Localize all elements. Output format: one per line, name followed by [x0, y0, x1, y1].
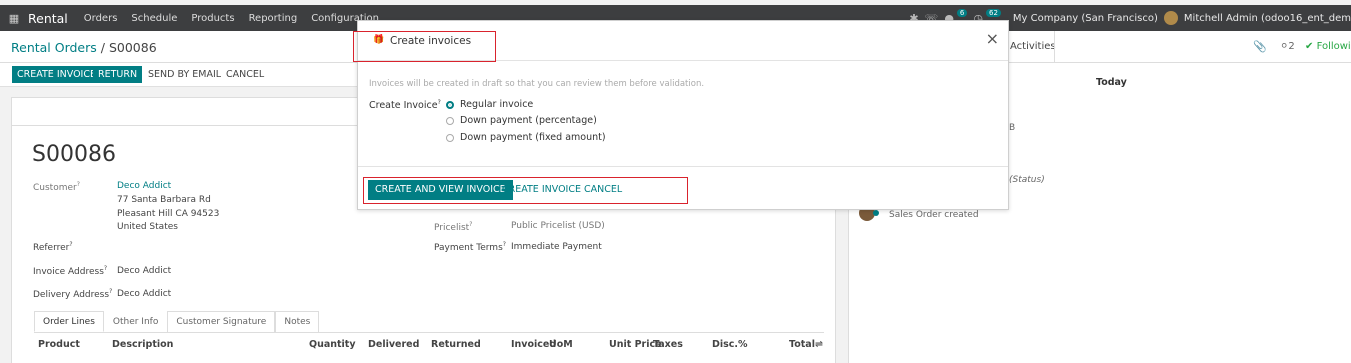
following-label: Following [1316, 41, 1351, 52]
form-tabs: Order Lines Other Info Customer Signatur… [34, 311, 824, 333]
menu-reporting[interactable]: Reporting [249, 13, 298, 24]
referrer-label: Referrer? [33, 241, 73, 253]
col-taxes[interactable]: Taxes [653, 339, 683, 350]
create-and-view-invoice-button[interactable]: CREATE AND VIEW INVOICE [368, 180, 513, 200]
invoice-address-value[interactable]: Deco Addict [117, 266, 171, 276]
tab-other-info[interactable]: Other Info [104, 311, 167, 332]
user-menu[interactable]: Mitchell Admin (odoo16_ent_dem [1184, 13, 1351, 24]
radio-down-payment-percentage[interactable]: Down payment (percentage) [446, 115, 597, 126]
activities-badge: 62 [986, 9, 1001, 17]
create-invoice-button[interactable]: CREATE INVOICE [12, 66, 101, 83]
radio-checked-icon[interactable] [446, 100, 454, 109]
col-disc[interactable]: Disc.% [712, 339, 748, 350]
radio-down-payment-fixed[interactable]: Down payment (fixed amount) [446, 132, 606, 143]
check-icon: ✔ [1305, 41, 1317, 52]
pricelist-label: Pricelist? [434, 221, 473, 233]
chatter-log-message: Sales Order created [889, 210, 979, 220]
chatter-status-text: (Status) [1009, 175, 1045, 185]
col-description[interactable]: Description [112, 339, 173, 350]
breadcrumb-current: S00086 [108, 40, 157, 55]
divider [1054, 31, 1055, 63]
followers-count: 2 [1288, 41, 1295, 52]
customer-name[interactable]: Deco Addict [117, 181, 171, 191]
gift-icon: 🎁 [373, 35, 385, 45]
app-brand[interactable]: Rental [28, 11, 68, 26]
customer-label: Customer? [33, 181, 80, 193]
dialog-footer: CREATE AND VIEW INVOICE CREATE INVOICE C… [358, 166, 1008, 211]
tab-customer-signature[interactable]: Customer Signature [167, 311, 276, 332]
chatter-fragment: B [1009, 123, 1016, 133]
menu-products[interactable]: Products [191, 13, 234, 24]
customer-address-line2: Pleasant Hill CA 94523 [117, 209, 220, 219]
column-settings-icon[interactable]: ⇌ [815, 339, 823, 350]
menu-orders[interactable]: Orders [84, 13, 118, 24]
radio-label: Down payment (fixed amount) [460, 132, 606, 143]
breadcrumb-parent[interactable]: Rental Orders [11, 40, 97, 55]
cancel-dialog-button[interactable]: CANCEL [577, 180, 629, 200]
dialog-hint: Invoices will be created in draft so tha… [369, 79, 705, 89]
breadcrumb-separator: / [96, 40, 109, 55]
cancel-order-button[interactable]: CANCEL [221, 66, 269, 83]
today-separator: Today [1096, 77, 1127, 88]
tab-order-lines[interactable]: Order Lines [34, 311, 104, 332]
payment-terms-label: Payment Terms? [434, 241, 506, 253]
customer-address-line3: United States [117, 222, 178, 232]
customer-address-line1: 77 Santa Barbara Rd [117, 195, 211, 205]
radio-label: Regular invoice [460, 99, 534, 110]
col-total[interactable]: Total [789, 339, 815, 350]
invoice-address-label: Invoice Address? [33, 265, 108, 277]
following-button[interactable]: ✔ Following [1305, 41, 1351, 52]
apps-grid-icon[interactable]: ▦ [0, 12, 28, 25]
radio-regular-invoice[interactable]: Regular invoice [446, 99, 533, 110]
radio-label: Down payment (percentage) [460, 115, 597, 126]
send-by-email-button[interactable]: SEND BY EMAIL [143, 66, 226, 83]
order-number: S00086 [32, 142, 116, 167]
followers-button[interactable]: ⚪2 [1280, 41, 1295, 52]
col-returned[interactable]: Returned [431, 339, 481, 350]
col-uom[interactable]: UoM [549, 339, 573, 350]
breadcrumb: Rental Orders / S00086 [11, 40, 157, 55]
dialog-title: Create invoices [390, 35, 472, 47]
create-invoice-dialog-button[interactable]: CREATE INVOICE [495, 180, 588, 200]
tab-notes[interactable]: Notes [275, 311, 320, 332]
radio-unchecked-icon[interactable] [446, 116, 454, 125]
dialog-header: 🎁 Create invoices × [358, 21, 1008, 61]
pricelist-value[interactable]: Public Pricelist (USD) [511, 221, 605, 231]
payment-terms-value[interactable]: Immediate Payment [511, 242, 602, 252]
close-icon[interactable]: × [986, 31, 999, 47]
col-quantity[interactable]: Quantity [309, 339, 356, 350]
create-invoice-label: Create Invoice? [369, 99, 441, 112]
menu-schedule[interactable]: Schedule [131, 13, 177, 24]
company-switcher[interactable]: My Company (San Francisco) [1013, 13, 1158, 24]
user-avatar[interactable] [1163, 11, 1178, 25]
delivery-address-value[interactable]: Deco Addict [117, 289, 171, 299]
col-delivered[interactable]: Delivered [368, 339, 419, 350]
messages-badge: 6 [956, 9, 968, 17]
activities-button[interactable]: Activities [1010, 41, 1056, 52]
return-button[interactable]: RETURN [93, 66, 143, 83]
paperclip-icon[interactable]: 📎 [1253, 40, 1267, 53]
col-product[interactable]: Product [38, 339, 80, 350]
create-invoices-dialog: 🎁 Create invoices × Invoices will be cre… [357, 20, 1009, 210]
radio-unchecked-icon[interactable] [446, 133, 454, 142]
delivery-address-label: Delivery Address? [33, 288, 113, 300]
